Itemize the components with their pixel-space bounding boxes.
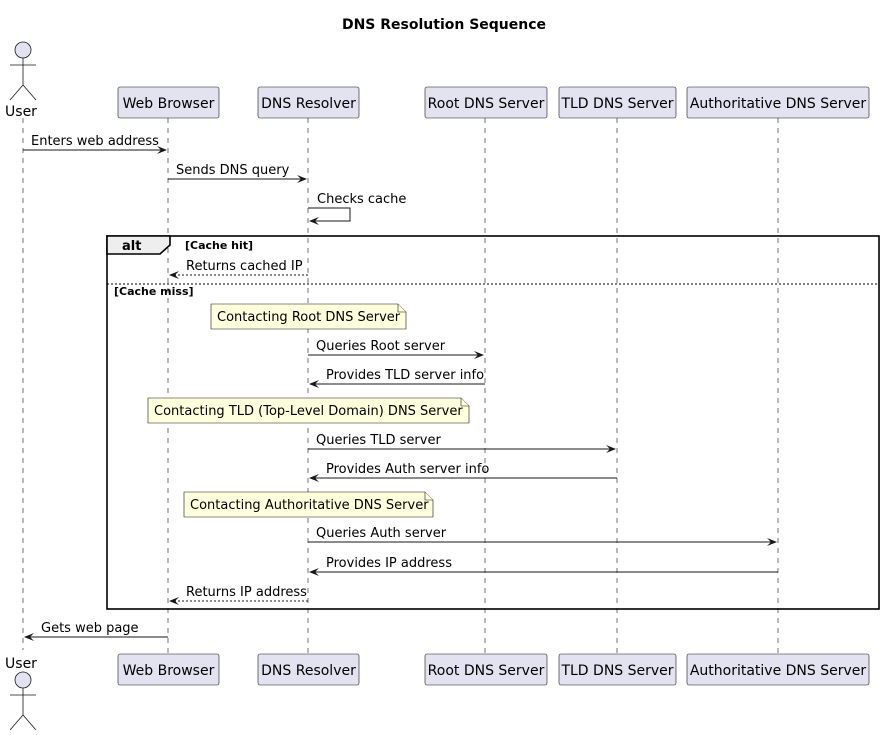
note-text: Contacting Root DNS Server — [217, 310, 401, 325]
participant-label-auth: Authoritative DNS Server — [690, 96, 867, 112]
participant-label-auth: Authoritative DNS Server — [690, 663, 867, 679]
participant-label-root: Root DNS Server — [428, 96, 545, 112]
message-label: Queries Root server — [316, 339, 446, 354]
participant-label-resolver: DNS Resolver — [261, 96, 356, 112]
note-contacting-tld: Contacting TLD (Top-Level Domain) DNS Se… — [147, 397, 470, 424]
participant-label-root: Root DNS Server — [428, 663, 545, 679]
actor-head — [14, 41, 32, 59]
participant-label-user: User — [5, 656, 37, 672]
message-9: Queries Auth server — [308, 526, 777, 546]
participant-browser-top: Web Browser — [117, 86, 220, 119]
participant-resolver-top: DNS Resolver — [257, 86, 360, 119]
participant-resolver-bottom: DNS Resolver — [257, 653, 360, 686]
message-label: Provides TLD server info — [326, 368, 484, 383]
message-label: Sends DNS query — [176, 163, 290, 178]
note-contacting-root: Contacting Root DNS Server — [210, 303, 407, 330]
participant-auth-bottom: Authoritative DNS Server — [686, 653, 870, 686]
actor-body — [9, 58, 37, 101]
guard-cache-hit: [Cache hit] — [185, 239, 253, 252]
participant-tld-bottom: TLD DNS Server — [558, 653, 677, 686]
participant-tld-top: TLD DNS Server — [558, 86, 677, 119]
message-label: Provides Auth server info — [326, 462, 489, 477]
message-4: Returns cached IP — [169, 259, 308, 279]
message-label: Provides IP address — [326, 556, 452, 571]
message-3: Checks cache — [308, 192, 406, 225]
diagram-title: DNS Resolution Sequence — [342, 17, 546, 33]
message-7: Queries TLD server — [308, 433, 616, 453]
message-label: Returns cached IP — [186, 259, 303, 274]
message-label: Returns IP address — [186, 585, 307, 600]
message-10: Provides IP address — [309, 556, 778, 576]
message-5: Queries Root server — [308, 339, 484, 359]
arrowhead — [169, 597, 179, 605]
participant-label-user: User — [5, 104, 37, 120]
message-label: Queries TLD server — [316, 433, 441, 448]
actor-user-bottom: User — [5, 656, 37, 731]
actor-body — [9, 688, 37, 731]
actor-head — [14, 671, 32, 689]
message-11: Returns IP address — [169, 585, 308, 605]
participant-label-browser: Web Browser — [123, 663, 215, 679]
note-text: Contacting TLD (Top-Level Domain) DNS Se… — [154, 404, 463, 419]
guard-cache-miss: [Cache miss] — [114, 285, 194, 298]
message-2: Sends DNS query — [168, 163, 307, 183]
message-label: Queries Auth server — [316, 526, 447, 541]
alt-label: alt — [122, 239, 141, 254]
participant-label-tld: TLD DNS Server — [560, 663, 673, 679]
note-text: Contacting Authoritative DNS Server — [190, 498, 429, 513]
note-contacting-authoritative: Contacting Authoritative DNS Server — [183, 491, 434, 518]
actor-user-top: User — [5, 41, 37, 120]
message-1: Enters web address — [23, 134, 167, 154]
message-8: Provides Auth server info — [309, 462, 617, 482]
participant-auth-top: Authoritative DNS Server — [686, 86, 870, 119]
message-12: Gets web page — [24, 621, 168, 641]
participant-label-resolver: DNS Resolver — [261, 663, 356, 679]
participant-label-browser: Web Browser — [123, 96, 215, 112]
participant-label-tld: TLD DNS Server — [560, 96, 673, 112]
sequence-diagram: DNS Resolution Sequence alt [Cache hit] [C… — [5, 17, 880, 731]
message-label: Gets web page — [41, 621, 139, 636]
participant-browser-bottom: Web Browser — [117, 653, 220, 686]
message-6: Provides TLD server info — [309, 368, 485, 388]
participant-root-top: Root DNS Server — [424, 86, 548, 119]
participant-root-bottom: Root DNS Server — [424, 653, 548, 686]
message-label: Checks cache — [317, 192, 406, 207]
message-label: Enters web address — [31, 134, 159, 149]
arrowhead — [169, 271, 179, 279]
